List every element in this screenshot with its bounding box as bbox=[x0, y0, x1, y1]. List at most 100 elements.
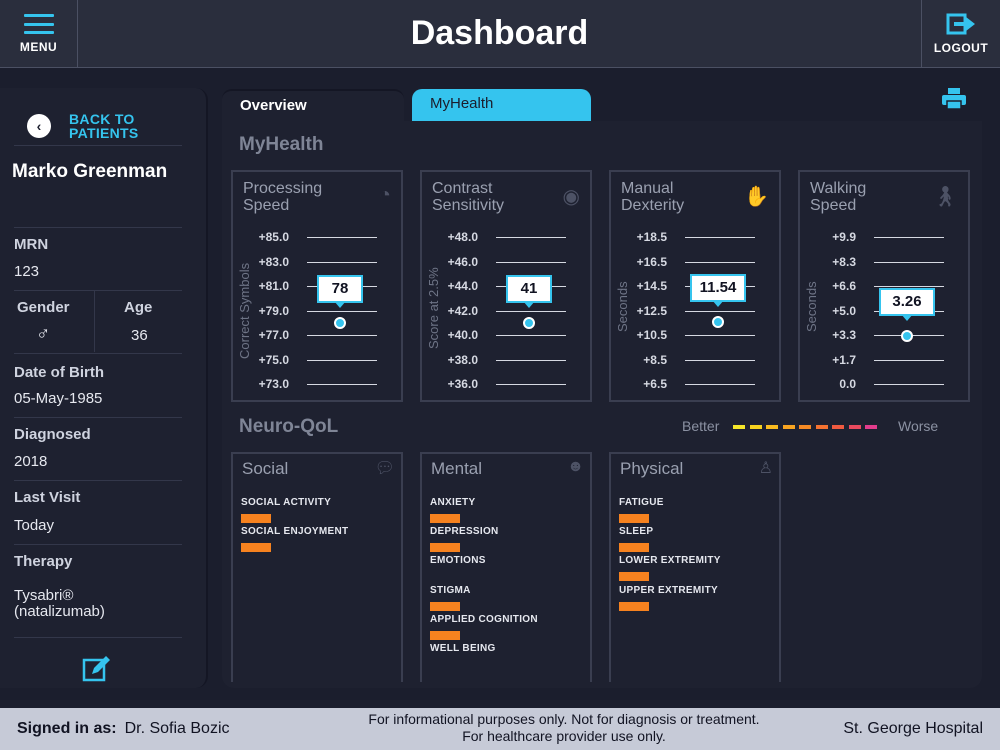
qol-card-title: Physical bbox=[620, 459, 684, 478]
qol-item-label: LOWER EXTREMITY bbox=[619, 555, 721, 567]
value-marker bbox=[523, 316, 535, 329]
hamburger-icon bbox=[23, 14, 54, 34]
signed-in-info: Signed in as: Dr. Sofia Bozic bbox=[17, 720, 230, 738]
male-gender-icon: ♂ bbox=[36, 324, 51, 345]
legend-better-label: Better bbox=[682, 418, 720, 434]
back-to-patients-button[interactable]: ‹ BACK TO PATIENTS bbox=[14, 104, 182, 148]
tick-line bbox=[685, 359, 755, 361]
qol-item-label: UPPER EXTREMITY bbox=[619, 584, 718, 596]
severity-scale-segment bbox=[799, 425, 811, 429]
qol-score-bar bbox=[241, 514, 271, 523]
tick-line bbox=[874, 237, 944, 238]
tick-label: +8.5 bbox=[643, 352, 667, 367]
severity-scale-segment bbox=[733, 425, 745, 429]
logout-button[interactable]: LOGOUT bbox=[921, 0, 1000, 68]
contrast-sensitivity-card[interactable]: Contrast Sensitivity ◉ Score at 2.5% +48… bbox=[420, 170, 592, 402]
qol-score-bar bbox=[619, 543, 649, 553]
qol-score-bar bbox=[619, 514, 649, 523]
logout-icon bbox=[946, 13, 975, 35]
tick-line bbox=[307, 359, 377, 361]
value-bubble: 41 bbox=[506, 274, 552, 308]
tick-label: +3.3 bbox=[832, 328, 856, 342]
chevron-left-icon: ‹ bbox=[27, 114, 51, 138]
tick-line bbox=[685, 384, 755, 385]
value-marker bbox=[334, 316, 346, 329]
divider bbox=[14, 227, 182, 228]
menu-button[interactable]: MENU bbox=[0, 0, 78, 68]
smiley-icon: ☻ bbox=[567, 458, 584, 475]
qol-item-label: SLEEP bbox=[619, 526, 654, 538]
tick-line bbox=[307, 237, 377, 238]
tick-line bbox=[307, 310, 377, 312]
tick-label: +46.0 bbox=[447, 254, 478, 269]
manual-dexterity-card[interactable]: Manual Dexterity ✋ Seconds +18.5 +16.5 +14… bbox=[609, 170, 781, 402]
signed-in-label: Signed in as: bbox=[17, 720, 117, 737]
processing-speed-card[interactable]: Processing Speed ◔ Correct Symbols +85.0… bbox=[231, 170, 403, 402]
tick-label: +42.0 bbox=[447, 303, 478, 318]
tick-line bbox=[307, 384, 377, 385]
tick-label: +9.9 bbox=[832, 230, 856, 244]
qol-mental-card[interactable]: Mental ☻ ANXIETY DEPRESSION EMOTIONS STIGMA… bbox=[420, 452, 592, 682]
tick-line bbox=[874, 384, 944, 385]
menu-label: MENU bbox=[19, 40, 58, 54]
value-bubble: 3.26 bbox=[879, 287, 935, 321]
walking-speed-card[interactable]: Walking Speed 🚶︎ Seconds +9.9 +8.3 +6.6 +5.… bbox=[798, 170, 970, 402]
tick-label: +14.5 bbox=[636, 279, 667, 293]
tick-label: +1.7 bbox=[832, 352, 856, 367]
disclaimer-line: For healthcare provider use only. bbox=[462, 728, 666, 744]
tick-label: +79.0 bbox=[258, 303, 289, 318]
tick-line bbox=[685, 310, 755, 312]
qol-social-card[interactable]: Social 💬︎ SOCIAL ACTIVITY SOCIAL ENJOYMEN… bbox=[231, 452, 403, 682]
qol-item-label: WELL BEING bbox=[430, 643, 496, 654]
tick-label: +6.5 bbox=[643, 377, 667, 391]
qol-score-bar bbox=[430, 514, 460, 523]
tick-line bbox=[307, 261, 377, 263]
severity-scale-segment bbox=[766, 425, 778, 429]
eye-icon: ◉ bbox=[562, 186, 580, 208]
qol-physical-card[interactable]: Physical ♙ FATIGUE SLEEP LOWER EXTREMITY UP… bbox=[609, 452, 781, 682]
tick-label: +40.0 bbox=[447, 328, 478, 342]
divider bbox=[14, 290, 182, 291]
tick-label: +16.5 bbox=[636, 254, 667, 269]
divider bbox=[14, 353, 182, 354]
diagnosed-label: Diagnosed bbox=[14, 426, 91, 443]
page-title: Dashboard bbox=[410, 14, 589, 52]
print-icon[interactable] bbox=[942, 88, 966, 110]
qol-score-bar bbox=[430, 630, 460, 640]
tick-label: +77.0 bbox=[258, 328, 289, 342]
last-visit-value: Today bbox=[14, 517, 55, 534]
edit-icon[interactable] bbox=[82, 654, 112, 682]
card-title: Manual Dexterity bbox=[621, 180, 685, 214]
axis-label: Seconds bbox=[804, 281, 819, 332]
top-bar: MENU Dashboard LOGOUT bbox=[0, 0, 1000, 68]
neuroqol-section-title: Neuro-QoL bbox=[239, 416, 339, 437]
qol-score-bar bbox=[430, 601, 460, 611]
tab-myhealth[interactable]: MyHealth bbox=[412, 89, 591, 121]
tick-line bbox=[307, 335, 377, 336]
hospital-name: St. George Hospital bbox=[843, 720, 983, 737]
tab-overview[interactable]: Overview bbox=[222, 89, 404, 121]
tick-line bbox=[685, 261, 755, 263]
divider bbox=[14, 417, 182, 418]
qol-item-label: DEPRESSION bbox=[430, 526, 499, 538]
tick-line bbox=[496, 335, 566, 336]
tick-line bbox=[874, 359, 944, 361]
tick-line bbox=[496, 310, 566, 312]
tick-label: +83.0 bbox=[258, 254, 289, 269]
myhealth-section-title: MyHealth bbox=[239, 134, 324, 155]
gender-label: Gender bbox=[17, 299, 70, 316]
walking-icon: 🚶︎ bbox=[932, 186, 958, 208]
tick-label: +38.0 bbox=[447, 352, 478, 367]
divider bbox=[14, 145, 182, 146]
value-bubble: 11.54 bbox=[690, 274, 746, 308]
back-label: BACK TO PATIENTS bbox=[69, 111, 139, 141]
tick-label: +36.0 bbox=[447, 377, 478, 391]
value-marker bbox=[712, 316, 724, 329]
severity-scale-segment bbox=[782, 425, 795, 429]
tick-label: +75.0 bbox=[258, 352, 289, 367]
footer: Signed in as: Dr. Sofia Bozic For informa… bbox=[0, 708, 1000, 750]
tick-label: +48.0 bbox=[447, 230, 478, 244]
severity-scale-segment bbox=[865, 425, 877, 429]
qol-score-bar bbox=[619, 572, 649, 582]
stopwatch-icon: ◔ bbox=[378, 184, 391, 206]
